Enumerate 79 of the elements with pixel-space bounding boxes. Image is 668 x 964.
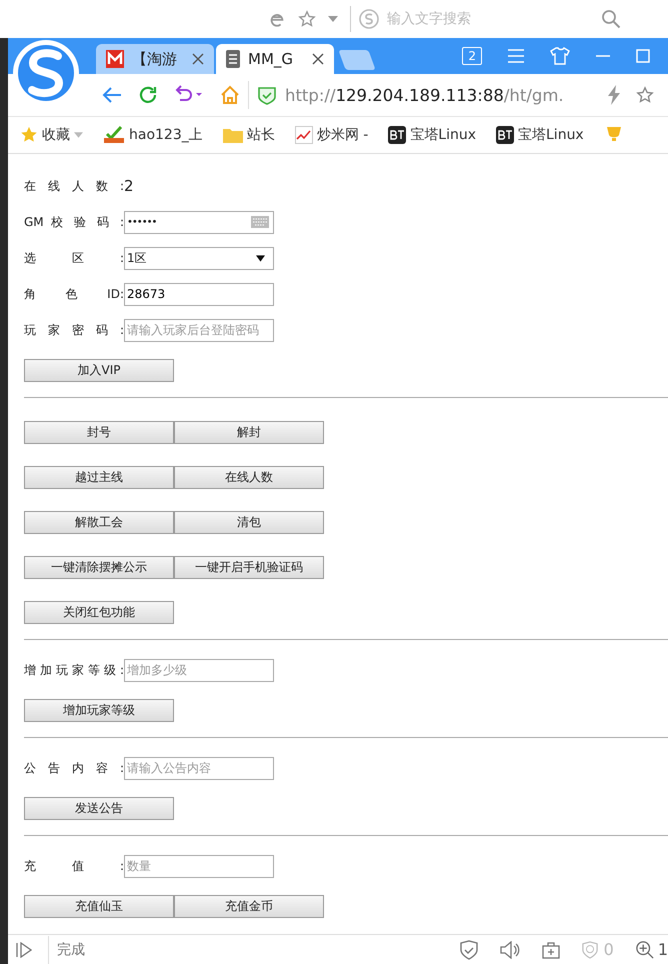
keyboard-icon [251,216,269,228]
lightning-icon[interactable] [608,85,620,105]
zoom-level: 1 [658,940,668,959]
field-label: 充 值 : [24,858,124,874]
field-label: 在 线 人 数 : [24,178,124,194]
ad-block-icon[interactable] [582,940,598,958]
tab-title: 【淘游 [132,50,178,68]
browser-tab[interactable]: MM_G [216,44,334,74]
refresh-icon[interactable] [138,85,158,105]
bookmark-item[interactable]: 宝塔Linux [496,126,584,144]
menu-icon[interactable] [508,49,524,63]
password-field[interactable]: •••••• [124,210,274,234]
input-field[interactable]: 数量 [124,854,274,878]
shield-icon[interactable] [460,940,478,960]
action-button[interactable]: 封号 [24,421,174,444]
minimize-icon[interactable] [596,55,610,57]
bt-icon [388,126,406,144]
field-label: 选 区 : [24,250,124,266]
star-icon[interactable] [636,86,654,104]
search-input[interactable]: 输入文字搜索 [385,10,595,28]
star-icon[interactable] [298,10,316,28]
input-field[interactable]: 请输入玩家后台登陆密码 [124,318,274,342]
bookmark-item[interactable]: 炒米网 - [294,126,368,144]
bookmark-item[interactable]: 宝塔Linux [388,126,476,144]
action-button[interactable]: 充值金币 [174,895,324,918]
field-label: 增 加 玩 家 等 级 : [24,662,124,678]
bookmark-item[interactable]: hao123_上 [103,126,203,144]
ad-count: 0 [604,940,614,959]
maximize-icon[interactable] [636,49,650,63]
speaker-icon[interactable] [500,940,520,958]
zoom-icon[interactable] [636,940,654,958]
chart-icon [294,126,313,144]
logo-icon [359,9,379,29]
close-icon[interactable] [192,53,204,65]
caret-icon [256,254,265,262]
action-button[interactable]: 清包 [174,511,324,534]
star-icon [20,126,38,144]
field-label: 公 告 内 容 : [24,760,124,776]
shirt-icon[interactable] [550,47,570,65]
action-button[interactable]: 越过主线 [24,466,174,489]
search-field[interactable]: 输入文字搜索 [350,6,629,32]
action-button[interactable]: 一键清除摆摊公示 [24,556,174,579]
action-button[interactable]: 加入VIP [24,359,174,382]
page-icon [226,50,240,68]
sidebar-toggle-icon[interactable] [16,942,32,958]
bt-icon [496,126,514,144]
field-label: 玩 家 密 码 : [24,322,124,338]
field-label: GM 校 验 码 : [24,214,124,230]
home-icon[interactable] [220,85,240,105]
back-icon[interactable] [102,86,122,104]
address-bar[interactable]: http://129.204.189.113:88/ht/gm. [257,85,592,105]
server-select[interactable]: 1区 [124,246,274,270]
bookmark-item[interactable]: 收藏 [20,126,83,144]
caret-icon[interactable] [328,16,338,22]
close-icon[interactable] [312,53,324,65]
online-count: 2 [124,177,134,195]
action-button[interactable]: 在线人数 [174,466,324,489]
shield-icon [257,85,277,105]
folder-icon [222,127,243,143]
action-button[interactable]: 一键开启手机验证码 [174,556,324,579]
action-button[interactable]: 增加玩家等级 [24,699,174,722]
action-button[interactable]: 关闭红包功能 [24,601,174,624]
toolbox-icon[interactable] [542,940,560,958]
browser-tab[interactable]: 【淘游 [96,44,214,74]
input-field[interactable]: 增加多少级 [124,658,274,682]
bookmark-item[interactable]: 站长 [222,126,275,144]
search-icon[interactable] [601,9,621,29]
input-field[interactable]: 请输入公告内容 [124,756,274,780]
action-button[interactable]: 充值仙玉 [24,895,174,918]
status-text: 完成 [48,936,85,964]
caret-icon [74,132,83,138]
action-button[interactable]: 解封 [174,421,324,444]
action-button[interactable]: 发送公告 [24,797,174,820]
field-label: 角 色 ID: [24,286,124,302]
hao-icon [103,126,125,144]
action-button[interactable]: 解散工会 [24,511,174,534]
input-field[interactable]: 28673 [124,282,274,306]
tab-title: MM_G [248,50,294,68]
site-icon [106,50,124,68]
